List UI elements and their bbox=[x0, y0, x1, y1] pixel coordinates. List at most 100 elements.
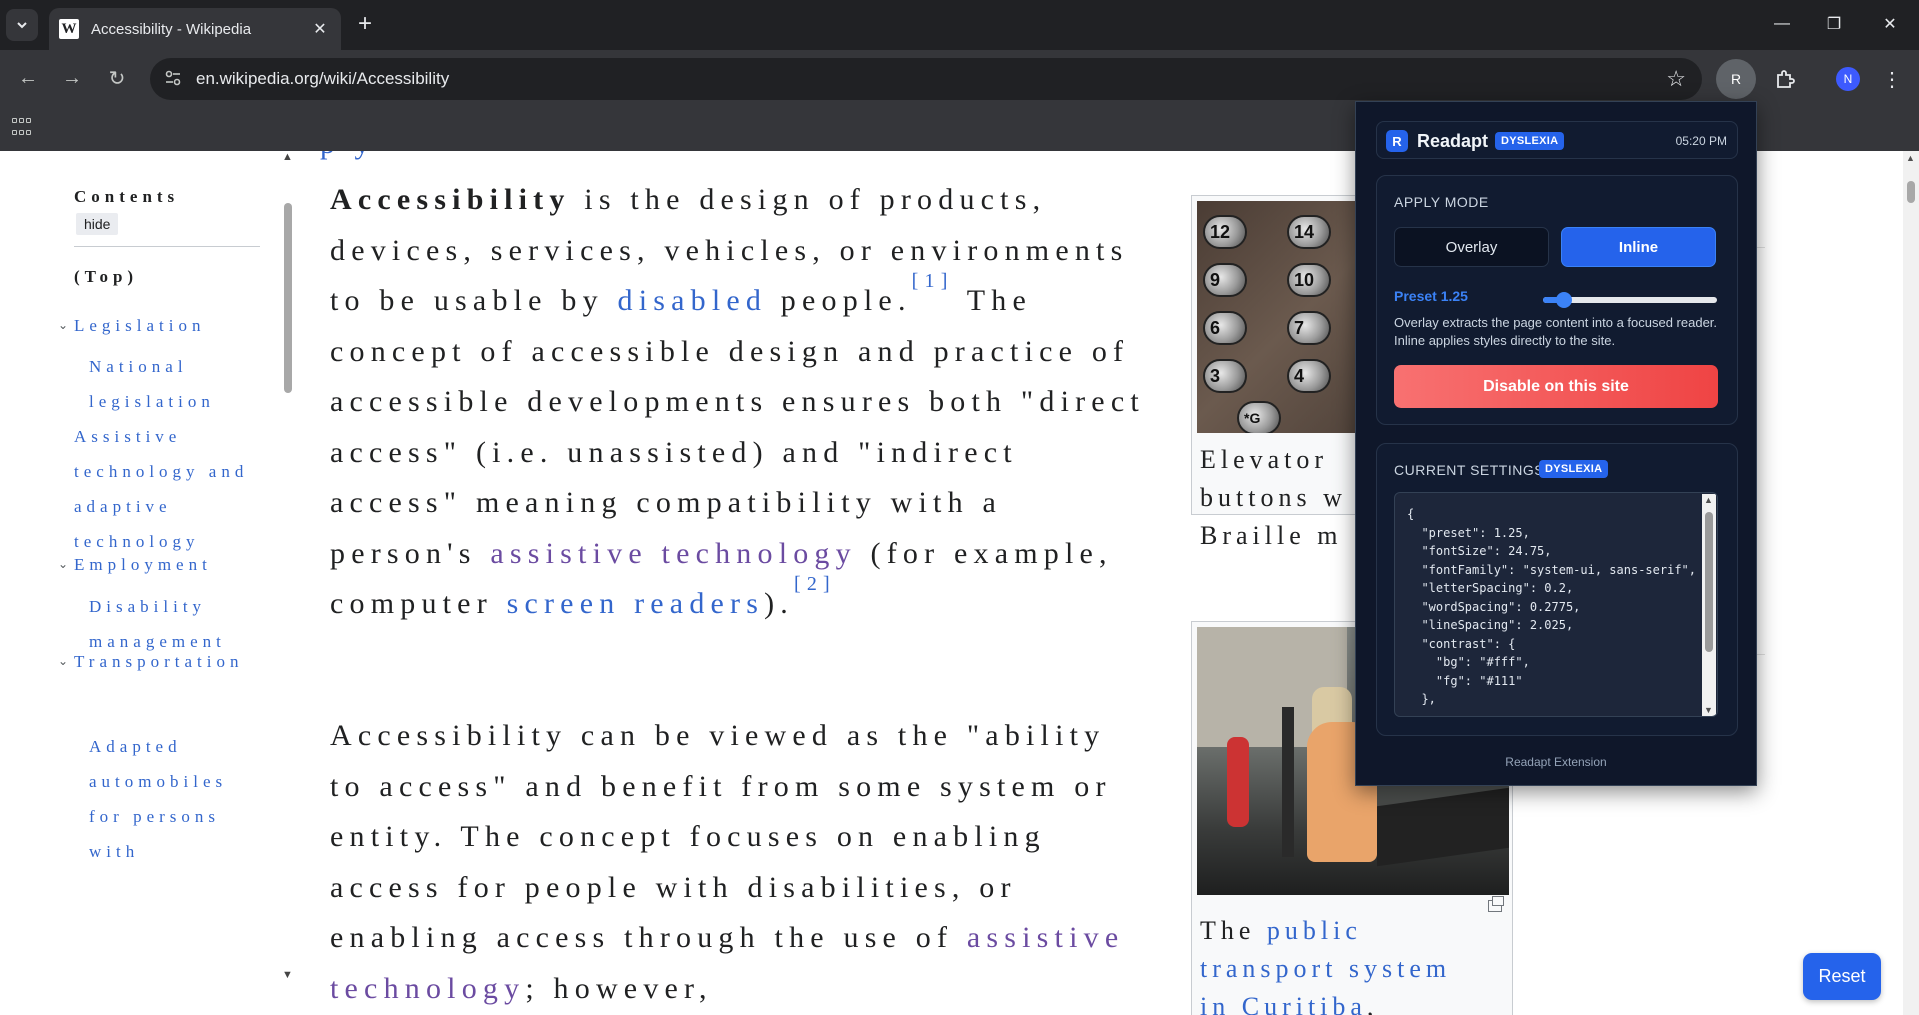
section-heading: APPLY MODE bbox=[1394, 194, 1489, 210]
popup-title: Readapt bbox=[1417, 131, 1489, 151]
restore-icon[interactable]: ❐ bbox=[1811, 8, 1857, 40]
divider bbox=[74, 246, 260, 247]
chevron-down-icon[interactable]: ⌄ bbox=[58, 547, 68, 582]
disable-on-site-button[interactable]: Disable on this site bbox=[1394, 365, 1718, 408]
elevator-button: *G bbox=[1237, 401, 1281, 433]
toc-item-legislation[interactable]: ⌄ Legislation bbox=[58, 308, 206, 343]
toc-item-transportation[interactable]: ⌄ Transportation bbox=[58, 644, 259, 679]
popup-header: R Readapt DYSLEXIA 05:20 PM bbox=[1376, 121, 1738, 159]
readapt-popup: R Readapt DYSLEXIA 05:20 PM APPLY MODE O… bbox=[1355, 101, 1757, 786]
page-scrollbar[interactable]: ▲ bbox=[1903, 151, 1919, 1015]
json-scrollbar[interactable]: ▲ ▼ bbox=[1702, 494, 1716, 716]
scroll-up-icon[interactable]: ▲ bbox=[282, 151, 293, 163]
scroll-down-icon[interactable]: ▼ bbox=[282, 969, 293, 981]
plus-icon[interactable]: + bbox=[352, 12, 378, 38]
link-public-transport[interactable]: transport system bbox=[1200, 954, 1451, 983]
text: ; however, bbox=[525, 971, 713, 1005]
link-assistive-technology[interactable]: assistive technology bbox=[490, 537, 856, 570]
scrollbar-thumb[interactable] bbox=[1907, 181, 1915, 203]
timestamp: 05:20 PM bbox=[1675, 134, 1727, 148]
figure-caption-line: in Curitiba, bbox=[1200, 988, 1378, 1015]
avatar[interactable]: N bbox=[1836, 67, 1860, 91]
link-screen-readers[interactable]: screen readers bbox=[507, 587, 765, 620]
button-label: 4 bbox=[1294, 365, 1305, 386]
button-label: 7 bbox=[1294, 317, 1305, 338]
link-public-transport[interactable]: public bbox=[1267, 916, 1362, 945]
button-label: 6 bbox=[1210, 317, 1221, 338]
reference-link[interactable]: [1] bbox=[912, 270, 954, 292]
reload-icon[interactable]: ↻ bbox=[101, 62, 133, 94]
site-settings-icon[interactable] bbox=[164, 69, 184, 89]
reference-link[interactable]: [2] bbox=[794, 573, 836, 595]
cut-off-heading: p y bbox=[320, 151, 376, 161]
link-disabled[interactable]: disabled bbox=[618, 284, 768, 317]
puzzle-icon[interactable] bbox=[1768, 62, 1802, 96]
button-label: 9 bbox=[1210, 269, 1221, 290]
scroll-up-icon[interactable]: ▲ bbox=[1704, 495, 1713, 505]
enlarge-icon[interactable] bbox=[1488, 896, 1504, 912]
profile-badge: DYSLEXIA bbox=[1539, 460, 1609, 478]
forward-arrow-icon[interactable]: → bbox=[56, 62, 88, 94]
toc-item-national-legislation[interactable]: National legislation bbox=[89, 349, 229, 419]
window-close-icon[interactable]: ✕ bbox=[1867, 8, 1913, 40]
elevator-button: 7 bbox=[1287, 311, 1331, 345]
kebab-menu-icon[interactable]: ⋮ bbox=[1880, 62, 1904, 96]
paragraph: Accessibility can be viewed as the "abil… bbox=[330, 711, 1150, 1014]
tab-accessibility[interactable]: W Accessibility - Wikipedia ✕ bbox=[49, 8, 341, 50]
figure-caption-line: Braille m bbox=[1200, 521, 1343, 550]
overlay-mode-button[interactable]: Overlay bbox=[1394, 227, 1549, 267]
toc-item-label: Legislation bbox=[74, 316, 206, 335]
apply-mode-card: APPLY MODE Overlay Inline Preset 1.25 Ov… bbox=[1376, 175, 1738, 425]
button-label: 14 bbox=[1294, 221, 1315, 242]
scroll-up-icon[interactable]: ▲ bbox=[1906, 153, 1915, 163]
text: The concept of accessible design and pra… bbox=[330, 284, 1145, 570]
text: The bbox=[1200, 916, 1267, 945]
back-arrow-icon[interactable]: ← bbox=[12, 62, 44, 94]
profile-badge: DYSLEXIA bbox=[1495, 132, 1565, 150]
settings-json-textarea[interactable]: { "preset": 1.25, "fontSize": 24.75, "fo… bbox=[1394, 492, 1718, 717]
scroll-down-icon[interactable]: ▼ bbox=[1704, 705, 1713, 715]
browser-toolbar: ← → ↻ en.wikipedia.org/wiki/Accessibilit… bbox=[0, 50, 1919, 108]
minimize-icon[interactable]: — bbox=[1759, 8, 1805, 40]
toc-item-top[interactable]: (Top) bbox=[74, 259, 138, 294]
bold-term: Accessibility bbox=[330, 183, 571, 216]
inline-mode-button[interactable]: Inline bbox=[1561, 227, 1716, 267]
wikipedia-favicon-icon: W bbox=[59, 19, 79, 39]
address-bar[interactable]: en.wikipedia.org/wiki/Accessibility ☆ bbox=[150, 58, 1702, 100]
toc-item-assistive-technology[interactable]: Assistive technology and adaptive techno… bbox=[74, 419, 254, 559]
figure-caption-line: Elevator bbox=[1200, 445, 1329, 474]
chevron-down-icon[interactable]: ⌄ bbox=[58, 644, 68, 679]
elevator-button: 3 bbox=[1203, 359, 1247, 393]
readapt-logo-icon: R bbox=[1386, 130, 1408, 152]
chevron-down-icon[interactable]: ⌄ bbox=[58, 308, 68, 343]
tab-search-icon[interactable] bbox=[6, 9, 38, 41]
close-icon[interactable]: ✕ bbox=[309, 19, 331, 39]
toc-title: Contents bbox=[74, 187, 180, 206]
apps-grid-icon[interactable] bbox=[12, 118, 34, 140]
preset-slider[interactable] bbox=[1543, 292, 1717, 308]
toc-item-employment[interactable]: ⌄ Employment bbox=[58, 547, 212, 582]
readapt-extension-button[interactable]: R bbox=[1716, 59, 1756, 99]
figure-caption-line: buttons w bbox=[1200, 483, 1347, 512]
text: ). bbox=[764, 587, 794, 620]
paragraph: Accessibility is the design of products,… bbox=[330, 175, 1150, 630]
figure-caption-line: transport system bbox=[1200, 950, 1451, 988]
tab-title: Accessibility - Wikipedia bbox=[91, 20, 252, 38]
scrollbar-thumb[interactable] bbox=[1705, 512, 1713, 652]
toc-item-label: Transportation bbox=[74, 652, 244, 671]
scrollbar-thumb[interactable] bbox=[284, 203, 292, 393]
button-label: 10 bbox=[1294, 269, 1315, 290]
elevator-button: 10 bbox=[1287, 263, 1331, 297]
toc-item-label: Employment bbox=[74, 555, 212, 574]
slider-thumb[interactable] bbox=[1555, 292, 1572, 308]
section-heading: CURRENT SETTINGS bbox=[1394, 462, 1545, 478]
bookmark-star-icon[interactable]: ☆ bbox=[1666, 66, 1686, 92]
link-curitiba[interactable]: in Curitiba bbox=[1200, 992, 1367, 1015]
toc-hide-button[interactable]: hide bbox=[76, 213, 119, 235]
reset-button[interactable]: Reset bbox=[1803, 953, 1881, 1000]
elevator-button: 6 bbox=[1203, 311, 1247, 345]
toc-scrollbar[interactable]: ▲ ▼ bbox=[280, 151, 294, 981]
toc-item-adapted-automobiles[interactable]: Adapted automobiles for persons with dis… bbox=[89, 729, 249, 869]
settings-json-text: { "preset": 1.25, "fontSize": 24.75, "fo… bbox=[1407, 507, 1696, 706]
elevator-button: 12 bbox=[1203, 215, 1247, 249]
